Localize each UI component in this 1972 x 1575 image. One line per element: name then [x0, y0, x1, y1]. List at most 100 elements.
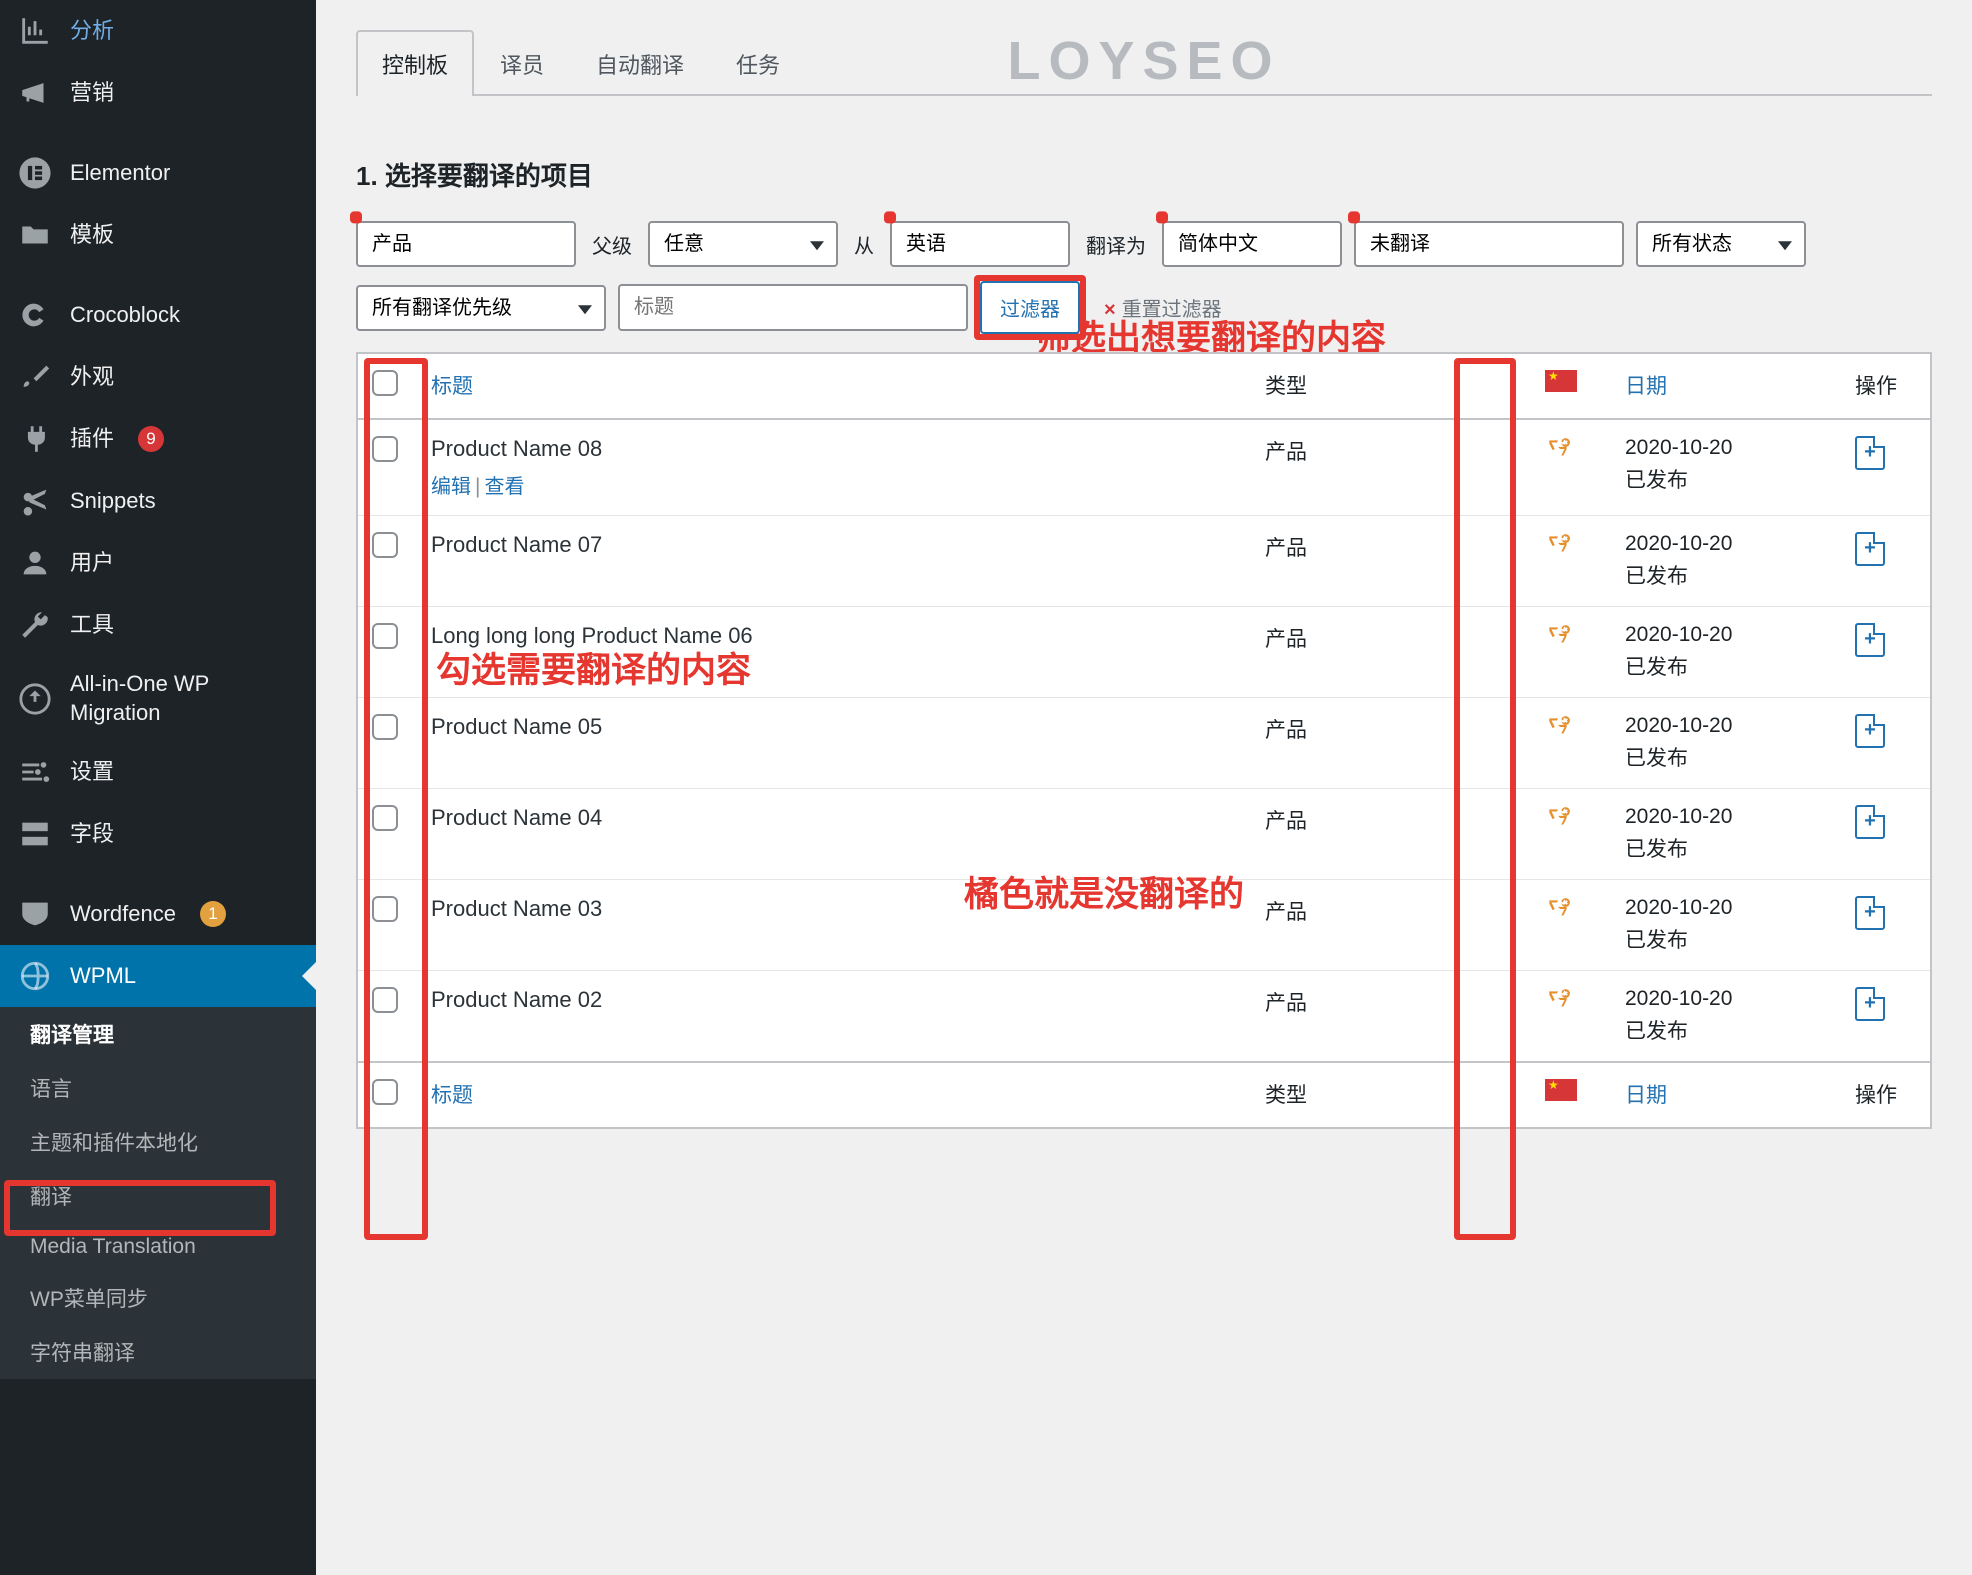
col-date-footer[interactable]: 日期 [1611, 1062, 1841, 1128]
submenu-item-1[interactable]: 语言 [0, 1061, 316, 1115]
col-title-footer[interactable]: 标题 [417, 1062, 1251, 1128]
menu-item-ext-8[interactable]: 字段 [0, 803, 316, 865]
tab-2[interactable]: 自动翻译 [570, 30, 710, 96]
col-action-footer: 操作 [1841, 1062, 1931, 1128]
row-title: Product Name 04 [431, 805, 1237, 831]
filter-parent-select[interactable]: 任意 [648, 221, 838, 267]
filter-status-select[interactable]: 未翻译 [1354, 221, 1624, 267]
row-date: 2020-10-20 [1625, 623, 1827, 647]
add-translation-icon[interactable] [1855, 896, 1885, 930]
elementor-icon [18, 156, 52, 190]
table-row: Product Name 08编辑|查看产品2020-10-20已发布 [357, 419, 1931, 516]
menu-item-ext-1[interactable]: 外观 [0, 346, 316, 408]
menu-item-bottom-0[interactable]: Wordfence1 [0, 883, 316, 945]
row-title: Product Name 03 [431, 896, 1237, 922]
row-checkbox[interactable] [372, 532, 398, 558]
add-translation-icon[interactable] [1855, 532, 1885, 566]
row-checkbox[interactable] [372, 714, 398, 740]
translate-status-icon[interactable] [1545, 532, 1571, 558]
translate-status-icon[interactable] [1545, 987, 1571, 1013]
row-checkbox[interactable] [372, 987, 398, 1013]
row-title: Product Name 05 [431, 714, 1237, 740]
row-checkbox[interactable] [372, 805, 398, 831]
menu-item-ext-4[interactable]: 用户 [0, 532, 316, 594]
translate-status-icon[interactable] [1545, 436, 1571, 462]
menu-item-ext-7[interactable]: 设置 [0, 741, 316, 803]
menu-item-ext-2[interactable]: 插件9 [0, 408, 316, 470]
submenu-item-0[interactable]: 翻译管理 [0, 1007, 316, 1061]
section-title: 1. 选择要翻译的项目 [356, 156, 1932, 193]
add-translation-icon[interactable] [1855, 805, 1885, 839]
translate-status-icon[interactable] [1545, 714, 1571, 740]
items-table: 标题 类型 日期 操作 Product Name 08 编辑|查看产品 2020-1… [356, 352, 1932, 1129]
filter-to-lang-select[interactable]: 简体中文 [1162, 221, 1342, 267]
menu-label: 外观 [70, 363, 114, 392]
row-checkbox[interactable] [372, 896, 398, 922]
croco-icon [18, 298, 52, 332]
translate-status-icon[interactable] [1545, 623, 1571, 649]
menu-item-ext-5[interactable]: 工具 [0, 594, 316, 656]
col-type-footer: 类型 [1251, 1062, 1531, 1128]
tab-0[interactable]: 控制板 [356, 30, 474, 96]
table-row: Product Name 03产品2020-10-20已发布 [357, 880, 1931, 971]
label-from: 从 [850, 230, 878, 259]
menu-item-mid-1[interactable]: 模板 [0, 204, 316, 266]
table-row: Product Name 02产品2020-10-20已发布 [357, 971, 1931, 1063]
menu-item-ext-0[interactable]: Crocoblock [0, 284, 316, 346]
submenu-item-2[interactable]: 主题和插件本地化 [0, 1115, 316, 1169]
row-status: 已发布 [1625, 651, 1827, 681]
row-title: Product Name 08 [431, 436, 1237, 462]
filter-priority-select[interactable]: 所有翻译优先级 [356, 285, 606, 331]
row-checkbox[interactable] [372, 623, 398, 649]
tab-1[interactable]: 译员 [474, 30, 570, 96]
add-translation-icon[interactable] [1855, 987, 1885, 1021]
col-type: 类型 [1251, 353, 1531, 419]
wordfence-icon [18, 897, 52, 931]
submenu-item-6[interactable]: 字符串翻译 [0, 1325, 316, 1379]
row-date: 2020-10-20 [1625, 436, 1827, 460]
menu-label: 用户 [70, 549, 114, 578]
table-row: Product Name 04产品2020-10-20已发布 [357, 789, 1931, 880]
select-all-checkbox-footer[interactable] [372, 1079, 398, 1105]
menu-label: Wordfence [70, 900, 176, 929]
row-checkbox[interactable] [372, 436, 398, 462]
filter-allstatus-select[interactable]: 所有状态 [1636, 221, 1806, 267]
menu-item-mid-0[interactable]: Elementor [0, 142, 316, 204]
row-date: 2020-10-20 [1625, 714, 1827, 738]
arrow-indicator [302, 962, 316, 990]
label-parent: 父级 [588, 230, 636, 259]
sliders-icon [18, 755, 52, 789]
col-flag [1531, 353, 1611, 419]
menu-item-ext-6[interactable]: All-in-One WP Migration [0, 656, 316, 741]
add-translation-icon[interactable] [1855, 714, 1885, 748]
filter-from-lang-select[interactable]: 英语 [890, 221, 1070, 267]
submenu-item-4[interactable]: Media Translation [0, 1223, 316, 1271]
row-type: 产品 [1251, 880, 1531, 971]
row-links: 编辑|查看 [431, 470, 1237, 499]
select-all-checkbox[interactable] [372, 370, 398, 396]
row-date: 2020-10-20 [1625, 532, 1827, 556]
col-flag-footer [1531, 1062, 1611, 1128]
filter-button[interactable]: 过滤器 [980, 281, 1080, 334]
edit-link[interactable]: 编辑 [431, 476, 471, 498]
col-title[interactable]: 标题 [417, 353, 1251, 419]
submenu-item-5[interactable]: WP菜单同步 [0, 1271, 316, 1325]
tab-3[interactable]: 任务 [710, 30, 806, 96]
add-translation-icon[interactable] [1855, 436, 1885, 470]
menu-item-top-1[interactable]: 营销 [0, 62, 316, 124]
filter-type-select[interactable]: 产品 [356, 221, 576, 267]
translate-status-icon[interactable] [1545, 896, 1571, 922]
badge: 9 [138, 426, 164, 452]
add-translation-icon[interactable] [1855, 623, 1885, 657]
menu-item-ext-3[interactable]: Snippets [0, 470, 316, 532]
col-date[interactable]: 日期 [1611, 353, 1841, 419]
row-status: 已发布 [1625, 833, 1827, 863]
row-status: 已发布 [1625, 924, 1827, 954]
submenu-item-3[interactable]: 翻译 [0, 1169, 316, 1223]
menu-item-top-0[interactable]: 分析 [0, 0, 316, 62]
menu-item-bottom-1[interactable]: WPML [0, 945, 316, 1007]
view-link[interactable]: 查看 [484, 476, 524, 498]
reset-filters-link[interactable]: 重置过滤器 [1104, 293, 1222, 322]
filter-title-input[interactable] [618, 284, 968, 331]
translate-status-icon[interactable] [1545, 805, 1571, 831]
